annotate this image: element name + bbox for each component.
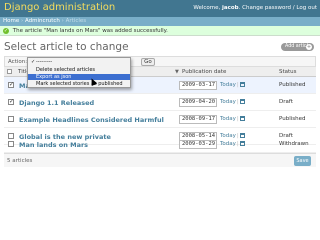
table-row: ✓ Django 1.1 Released 2009-04-20 Today| … [4,94,316,111]
today-label[interactable]: Today [220,99,236,105]
publication-date-input[interactable]: 2009-04-20 [179,98,217,107]
go-button[interactable]: Go [141,58,155,66]
logout-link[interactable]: Log out [296,5,317,11]
breadcrumb-app[interactable]: Admincrutch [25,18,60,24]
publication-date-input[interactable]: 2008-09-17 [179,115,217,124]
today-shortcut[interactable]: Today| [220,116,245,123]
paginator: 5 articles [7,158,33,164]
row-checkbox[interactable] [8,116,14,122]
today-label[interactable]: Today [220,116,236,122]
breadcrumb-home[interactable]: Home [3,18,19,24]
breadcrumb: Home › Admincrutch › Articles [0,17,320,26]
action-label: Action: [8,59,28,65]
success-message-text: The article "Man lands on Mars" was adde… [12,28,168,34]
add-article-button[interactable]: Add article + [281,43,314,51]
today-shortcut[interactable]: Today| [220,99,245,106]
action-dropdown-menu[interactable]: ✓ --------- Delete selected articles Exp… [27,57,131,88]
checkmark-icon: ✓ [31,59,36,65]
publication-date-input[interactable]: 2009-03-17 [179,81,217,90]
row-title-link[interactable]: Django 1.1 Released [19,99,94,107]
username: jacob [222,5,239,11]
row-title-link[interactable]: Man lands on Mars [19,141,88,149]
page-title: Select article to change [4,41,129,53]
row-status: Published [279,116,306,122]
today-shortcut[interactable]: Today| [220,141,245,148]
publication-date-input[interactable]: 2009-03-29 [179,140,217,149]
user-tools: Welcome, jacob. Change password / Log ou… [193,5,317,11]
table-row: Example Headlines Considered Harmful 200… [4,111,316,128]
sort-arrow-icon[interactable]: ▼ [175,69,179,76]
calendar-icon[interactable] [239,99,245,104]
site-brand[interactable]: Django administration [4,2,115,14]
change-password-link[interactable]: Change password [242,5,291,11]
table-row: Man lands on Mars 2009-03-29 Today| With… [4,136,316,153]
action-option-mark-published[interactable]: Mark selected stories as published [28,81,130,87]
row-checkbox[interactable]: ✓ [8,98,14,105]
user-tools-separator: / [292,5,295,11]
calendar-icon[interactable] [239,116,245,121]
action-option-export-json[interactable]: Export as json [28,74,130,80]
row-status: Draft [279,99,293,105]
column-header-publication-date[interactable]: Publication date [182,69,226,76]
calendar-icon[interactable] [239,82,245,87]
welcome-text: Welcome, [193,5,221,11]
calendar-icon[interactable] [239,141,245,146]
plus-icon: + [306,44,312,50]
select-all-checkbox[interactable] [7,69,12,74]
action-option-delete[interactable]: Delete selected articles [28,67,130,73]
row-title-link[interactable]: Example Headlines Considered Harmful [19,116,164,124]
success-message: ✓ The article "Man lands on Mars" was ad… [0,26,320,36]
today-label[interactable]: Today [220,141,236,147]
today-shortcut[interactable]: Today| [220,82,245,89]
today-label[interactable]: Today [220,82,236,88]
row-checkbox[interactable]: ✓ [8,81,14,88]
success-check-icon: ✓ [3,27,9,34]
row-status: Withdrawn [279,141,309,147]
row-checkbox[interactable] [8,141,14,147]
action-option-blank[interactable]: ✓ --------- [28,59,130,65]
action-option-blank-label: --------- [36,59,53,65]
column-header-status[interactable]: Status [279,69,297,76]
breadcrumb-current: Articles [65,18,87,24]
row-status: Published [279,82,306,88]
save-button[interactable]: Save [294,156,311,166]
changelist-footer: 5 articles Save [4,153,316,167]
header: Django administration Welcome, jacob. Ch… [0,0,320,17]
